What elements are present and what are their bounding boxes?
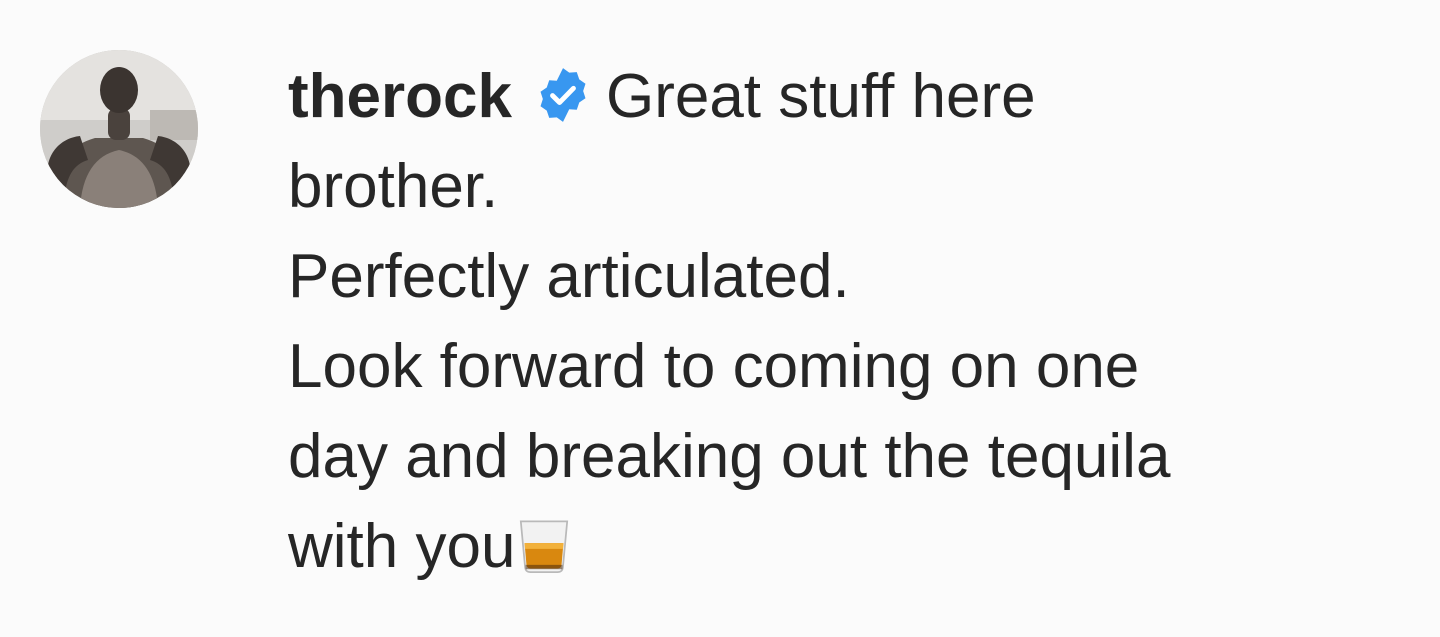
comment-text-line-3: Perfectly articulated. [288, 242, 850, 311]
comment-last-line: with you [288, 502, 1408, 592]
comment: therock Great stuff here brother. Perfect… [0, 0, 1440, 637]
profile-avatar[interactable] [40, 50, 198, 208]
comment-text-line-2: brother. [288, 152, 499, 221]
comment-first-line: therock Great stuff here [288, 52, 1408, 142]
comment-text-line-6: with you [288, 512, 516, 581]
verified-badge-icon [534, 66, 592, 124]
comment-body: therock Great stuff here brother. Perfect… [288, 52, 1408, 592]
username-link[interactable]: therock [288, 62, 512, 131]
comment-text-line-1: Great stuff here [605, 62, 1036, 131]
comment-text-line-4: Look forward to coming on one [288, 332, 1140, 401]
comment-text-line-5: day and breaking out the tequila [288, 422, 1171, 491]
tumbler-glass-icon [515, 517, 573, 575]
